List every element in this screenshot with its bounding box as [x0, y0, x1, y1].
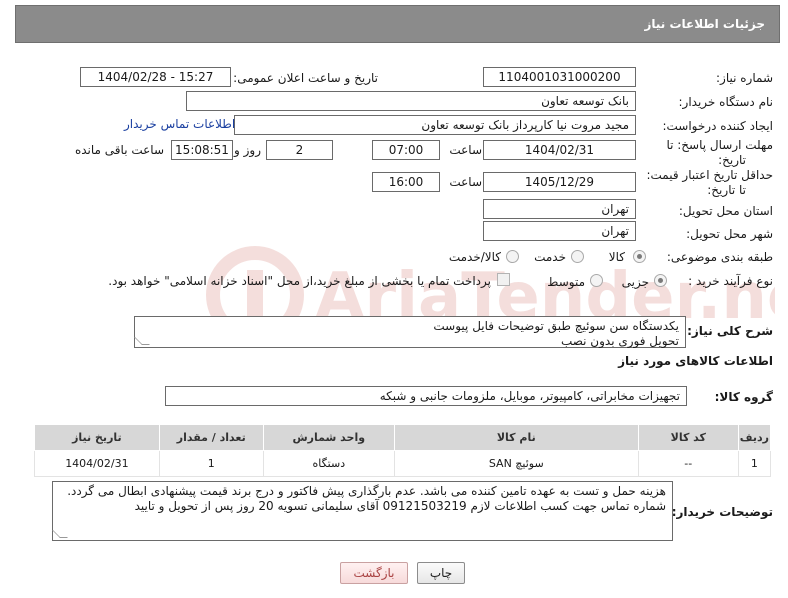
deadline-days-label: روز و — [234, 143, 261, 157]
buyer-org-field[interactable]: بانک توسعه تعاون — [186, 91, 636, 111]
purchase-type-radio-minor[interactable] — [654, 274, 667, 287]
col-name: نام کالا — [393, 424, 639, 451]
deadline-label-date: تاریخ: — [718, 153, 746, 167]
city-field[interactable]: تهران — [483, 221, 636, 241]
description-textarea[interactable]: یکدستگاه سن سوئیچ طبق توضیحات فایل پیوست… — [134, 316, 686, 348]
back-button[interactable]: بازگشت — [340, 562, 408, 584]
requester-label: ایجاد کننده درخواست: — [662, 119, 773, 133]
cell-date: 1404/02/31 — [34, 450, 160, 477]
price-validity-label-date: تا تاریخ: — [707, 183, 746, 197]
cell-code: -- — [637, 450, 739, 477]
category-radio-service[interactable] — [571, 250, 584, 263]
deadline-days-field[interactable]: 2 — [266, 140, 333, 160]
need-number-field[interactable]: 1104001031000200 — [483, 67, 636, 87]
cell-unit: دستگاه — [262, 450, 395, 477]
description-line-2: تحویل فوری بدون نصب — [560, 334, 679, 348]
col-row: ردیف — [737, 424, 772, 451]
buyer-notes-line-2: شماره تماس جهت کسب اطلاعات لازم 09121503… — [134, 499, 666, 513]
cell-qty: 1 — [158, 450, 264, 477]
price-validity-label: حداقل تاریخ اعتبار قیمت: — [646, 168, 773, 182]
resize-grip-icon[interactable] — [52, 530, 68, 538]
price-validity-date-field[interactable]: 1405/12/29 — [483, 172, 636, 192]
description-label: شرح کلی نیاز: — [687, 324, 773, 338]
cell-row: 1 — [737, 450, 772, 477]
category-radio-goods-service[interactable] — [506, 250, 519, 263]
goods-table: ردیف کد کالا نام کالا واحد شمارش تعداد /… — [34, 424, 772, 477]
deadline-date-field[interactable]: 1404/02/31 — [483, 140, 636, 160]
goods-group-label: گروه کالا: — [714, 390, 773, 404]
deadline-label: مهلت ارسال پاسخ: تا — [666, 138, 773, 152]
requester-field[interactable]: مجید مروت نیا کارپرداز بانک توسعه تعاون — [234, 115, 636, 135]
remaining-time-label: ساعت باقی مانده — [74, 143, 164, 157]
category-option-goods: کالا — [608, 250, 625, 264]
col-code: کد کالا — [637, 424, 739, 451]
announce-datetime-label: تاریخ و ساعت اعلان عمومی: — [233, 71, 378, 85]
print-button[interactable]: چاپ — [417, 562, 465, 584]
province-field[interactable]: تهران — [483, 199, 636, 219]
deadline-time-field[interactable]: 07:00 — [372, 140, 440, 160]
buyer-notes-label: توضیحات خریدار: — [671, 505, 773, 519]
remaining-time-field[interactable]: 15:08:51 — [171, 140, 233, 160]
treasury-payment-note: پرداخت تمام یا بخشی از مبلغ خرید،از محل … — [108, 274, 491, 288]
announce-datetime-field[interactable]: 1404/02/28 - 15:27 — [80, 67, 231, 87]
buyer-notes-line-1: هزینه حمل و تست به عهده تامین کننده می ب… — [67, 484, 666, 498]
purchase-type-option-minor: جزیی — [621, 275, 649, 289]
price-validity-time-field[interactable]: 16:00 — [372, 172, 440, 192]
purchase-type-label: نوع فرآیند خرید : — [688, 274, 773, 288]
buyer-notes-textarea[interactable]: هزینه حمل و تست به عهده تامین کننده می ب… — [52, 481, 673, 541]
header-bar: جزئیات اطلاعات نیاز — [15, 5, 780, 43]
goods-table-header: ردیف کد کالا نام کالا واحد شمارش تعداد /… — [34, 424, 772, 451]
cell-name: سوئیچ SAN — [393, 450, 639, 477]
price-validity-time-label: ساعت — [449, 175, 482, 189]
goods-section-title: اطلاعات کالاهای مورد نیاز — [618, 354, 773, 368]
city-label: شهر محل تحویل: — [686, 227, 773, 241]
province-label: استان محل تحویل: — [678, 204, 773, 218]
buyer-contact-link[interactable]: اطلاعات تماس خریدار — [124, 117, 235, 131]
purchase-type-option-medium: متوسط — [547, 275, 585, 289]
buyer-org-label: نام دستگاه خریدار: — [678, 95, 774, 109]
need-number-label: شماره نیاز: — [716, 71, 773, 85]
purchase-type-radio-medium[interactable] — [590, 274, 603, 287]
treasury-payment-checkbox[interactable] — [497, 273, 510, 286]
table-row[interactable]: 1 -- سوئیچ SAN دستگاه 1 1404/02/31 — [34, 450, 772, 477]
goods-group-field[interactable]: تجهیزات مخابراتی، کامپیوتر، موبایل، ملزو… — [165, 386, 687, 406]
category-radio-goods[interactable] — [633, 250, 646, 263]
category-option-goods-service: کالا/خدمت — [448, 250, 501, 264]
col-qty: تعداد / مقدار — [158, 424, 264, 451]
deadline-time-label: ساعت — [449, 143, 482, 157]
col-unit: واحد شمارش — [262, 424, 395, 451]
category-label: طبقه بندی موضوعی: — [666, 250, 773, 264]
col-date: تاریخ نیاز — [34, 424, 160, 451]
description-line-1: یکدستگاه سن سوئیچ طبق توضیحات فایل پیوست — [433, 319, 679, 333]
category-option-service: خدمت — [534, 250, 566, 264]
page-title: جزئیات اطلاعات نیاز — [644, 17, 765, 31]
